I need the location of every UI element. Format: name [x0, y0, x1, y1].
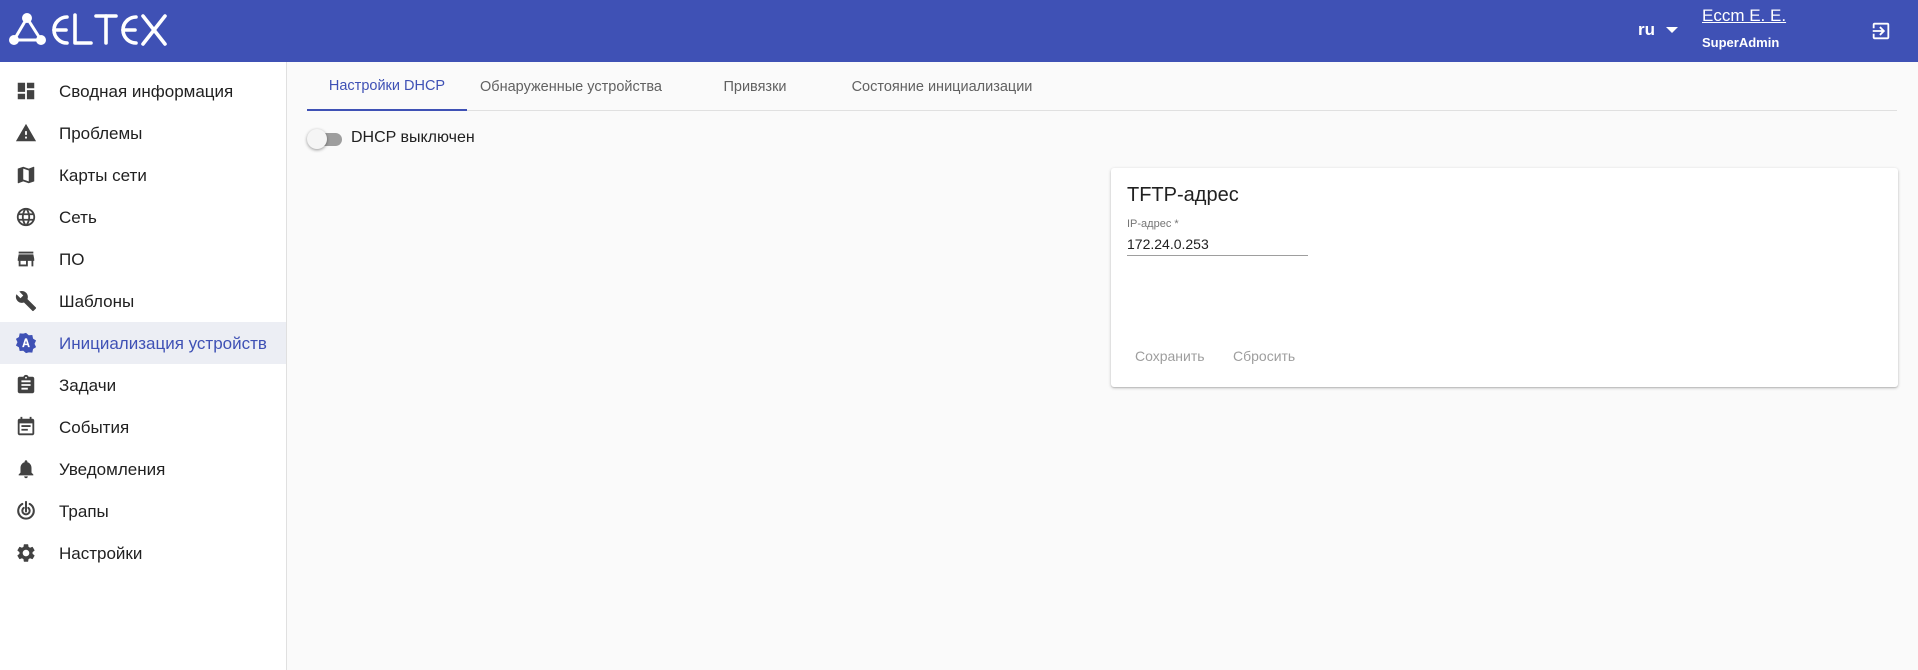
language-value: ru [1638, 20, 1655, 39]
ip-address-label: IP-адрес * [1127, 218, 1179, 230]
logout-icon[interactable] [1870, 20, 1892, 42]
sidebar-item-tasks[interactable]: Задачи [0, 364, 286, 406]
store-icon [17, 251, 35, 267]
tab-bindings[interactable]: Привязки [675, 62, 835, 111]
sidebar-item-settings[interactable]: Настройки [0, 532, 286, 574]
language-select[interactable]: ru [1638, 20, 1678, 40]
sidebar-item-network-maps[interactable]: Карты сети [0, 154, 286, 196]
sidebar: Сводная информация Проблемы Карты сети С… [0, 62, 287, 670]
sidebar-item-label: Сеть [59, 208, 97, 227]
app-bar: ru Eccm E. E. SuperAdmin [0, 0, 1918, 62]
trap-icon [17, 500, 35, 520]
sidebar-item-label: Инициализация устройств [59, 334, 267, 353]
calendar-icon [17, 416, 35, 436]
wrench-icon [15, 291, 37, 312]
sidebar-item-label: Шаблоны [59, 292, 135, 311]
warning-icon [15, 123, 37, 142]
auto-init-icon [15, 332, 37, 354]
toggle-knob [307, 129, 327, 149]
sidebar-item-label: Трапы [59, 502, 109, 521]
sidebar-item-problems[interactable]: Проблемы [0, 112, 286, 154]
user-role: SuperAdmin [1702, 35, 1780, 50]
user-name-link[interactable]: Eccm E. E. [1702, 6, 1786, 26]
sidebar-item-label: Настройки [59, 544, 143, 563]
dhcp-toggle[interactable] [307, 128, 345, 150]
card-title: TFTP-адрес [1127, 184, 1239, 206]
tab-discovered-devices[interactable]: Обнаруженные устройства [467, 62, 675, 111]
tab-initialization-status[interactable]: Состояние инициализации [835, 62, 1049, 111]
sidebar-item-summary[interactable]: Сводная информация [0, 70, 286, 112]
sidebar-item-events[interactable]: События [0, 406, 286, 448]
tab-bar: Настройки DHCP Обнаруженные устройства П… [307, 62, 1897, 111]
sidebar-item-label: Проблемы [59, 124, 143, 143]
eltex-logo[interactable] [9, 12, 171, 48]
gear-icon [17, 544, 35, 562]
sidebar-item-label: Карты сети [59, 166, 147, 185]
sidebar-item-label: Задачи [59, 376, 117, 395]
sidebar-item-templates[interactable]: Шаблоны [0, 280, 286, 322]
sidebar-item-label: ПО [59, 250, 85, 269]
sidebar-item-notifications[interactable]: Уведомления [0, 448, 286, 490]
sidebar-item-label: События [59, 418, 130, 437]
sidebar-item-network[interactable]: Сеть [0, 196, 286, 238]
caret-down-icon [1666, 27, 1678, 33]
dashboard-icon [17, 82, 35, 100]
save-button[interactable]: Сохранить [1135, 348, 1205, 364]
map-icon [17, 166, 35, 184]
ip-address-input[interactable] [1127, 232, 1308, 256]
sidebar-item-software[interactable]: ПО [0, 238, 286, 280]
globe-icon [16, 207, 36, 227]
sidebar-item-label: Сводная информация [59, 82, 234, 101]
sidebar-item-label: Уведомления [59, 460, 166, 479]
clipboard-icon [17, 374, 35, 394]
tab-dhcp-settings[interactable]: Настройки DHCP [307, 62, 467, 111]
reset-button[interactable]: Сбросить [1233, 348, 1295, 364]
bell-icon [18, 460, 34, 479]
tftp-card: TFTP-адрес IP-адрес * Сохранить Сбросить [1111, 168, 1898, 387]
sidebar-item-device-initialization[interactable]: Инициализация устройств [0, 322, 286, 364]
sidebar-item-traps[interactable]: Трапы [0, 490, 286, 532]
dhcp-toggle-label: DHCP выключен [351, 129, 475, 146]
